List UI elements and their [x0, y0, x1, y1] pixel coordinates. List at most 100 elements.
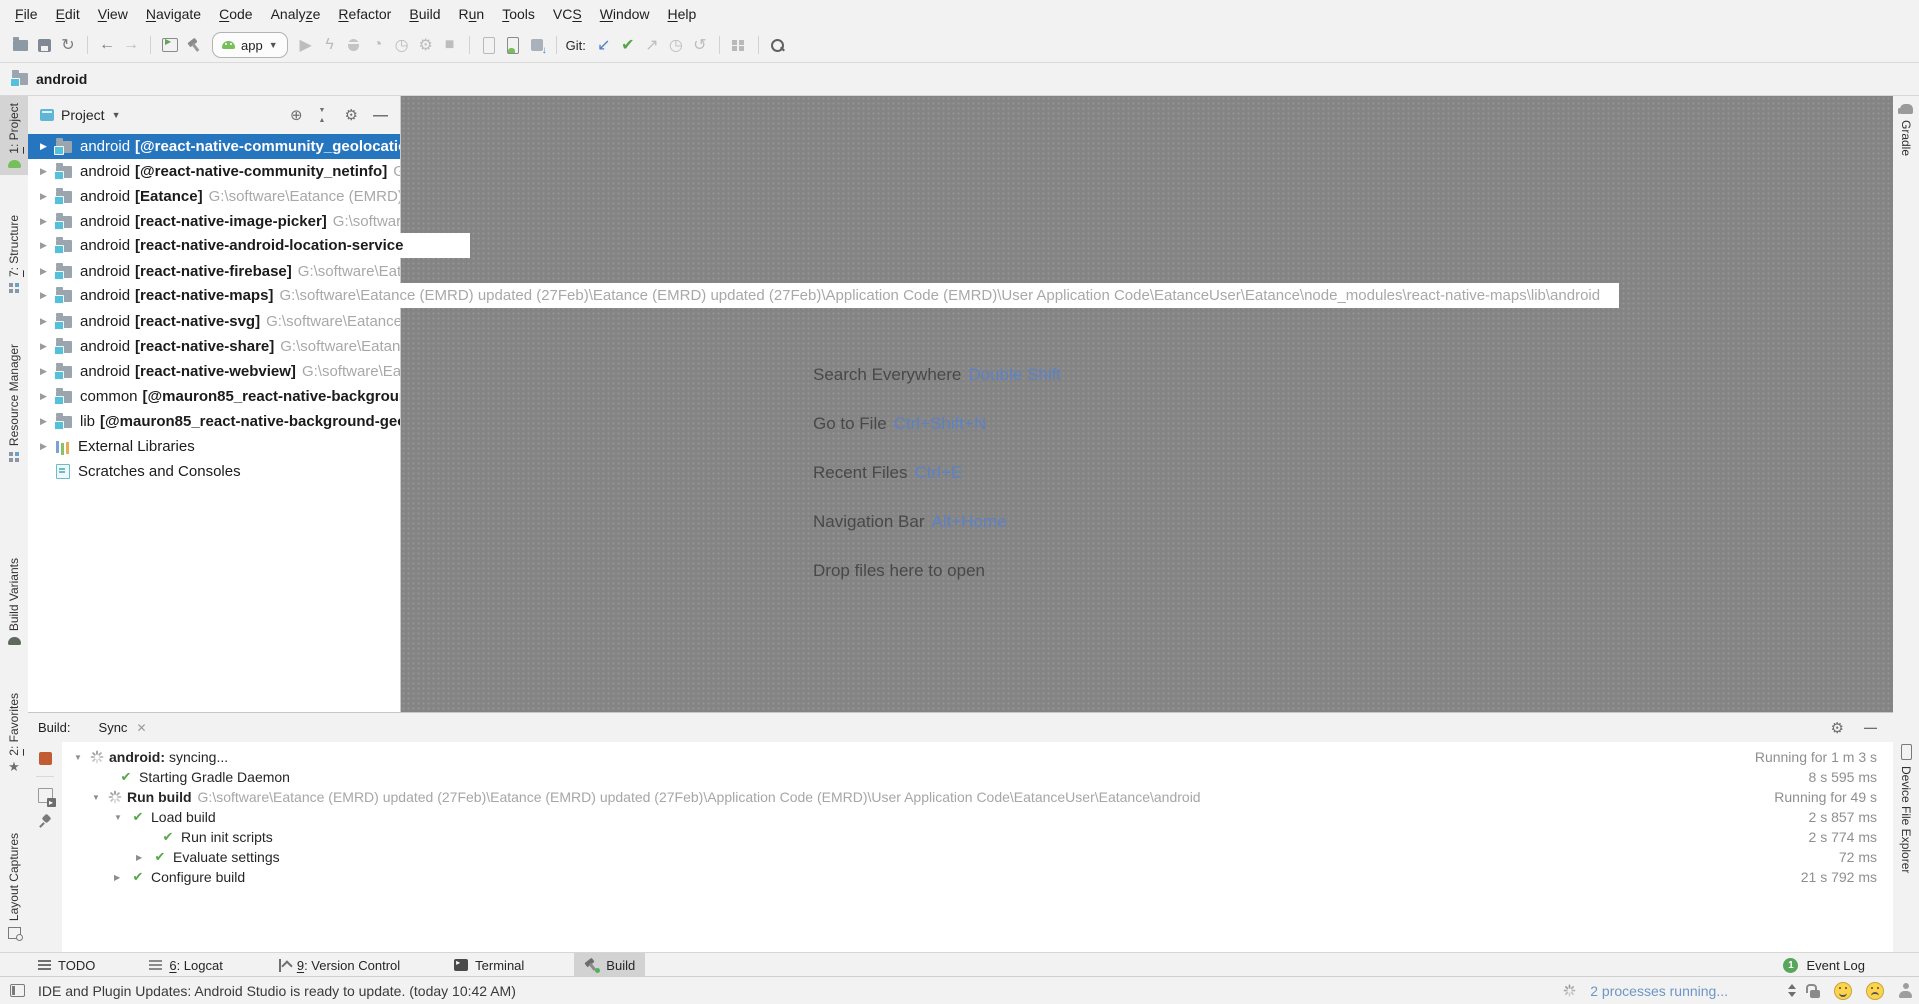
forward-icon[interactable]: → — [119, 33, 143, 57]
run-icon[interactable]: ▶ — [294, 33, 318, 57]
chevron-down-icon[interactable]: ▼ — [74, 753, 90, 762]
tree-row-android-geolocation[interactable]: ▶ android[@react-native-community_geoloc… — [28, 134, 400, 159]
tree-row-android-image-picker[interactable]: ▶ android[react-native-image-picker]G:\s… — [28, 209, 400, 234]
tree-row-android-share[interactable]: ▶ android[react-native-share]G:\software… — [28, 334, 400, 359]
processes-running-link[interactable]: 2 processes running... — [1590, 983, 1728, 999]
git-push-icon[interactable]: ↗ — [640, 33, 664, 57]
run-configuration-select[interactable]: app ▼ — [212, 32, 288, 58]
menu-run[interactable]: Run — [450, 0, 494, 28]
settings-gear-icon[interactable]: ⚙ — [345, 108, 358, 123]
sidebar-item-gradle[interactable]: Gradle — [1893, 104, 1919, 156]
sidebar-item-favorites[interactable]: 2: Favorites ★ — [0, 693, 28, 772]
attach-debugger-icon[interactable]: ⚙ — [414, 33, 438, 57]
build-row-run-build[interactable]: ▼ Run build G:\software\Eatance (EMRD) u… — [62, 787, 1893, 807]
tree-row-maps-expanded[interactable]: ▶ android[react-native-maps]G:\software\… — [28, 283, 1619, 308]
chevron-down-icon[interactable]: ▼ — [92, 793, 108, 802]
search-everywhere-icon[interactable] — [766, 33, 790, 57]
profile-icon[interactable]: ◔ — [366, 33, 390, 57]
user-notifications-icon[interactable] — [1898, 983, 1913, 998]
tree-row-android-firebase[interactable]: ▶ android[react-native-firebase]G:\softw… — [28, 259, 400, 284]
save-all-icon[interactable] — [32, 33, 56, 57]
close-icon[interactable]: ✕ — [136, 721, 146, 735]
tree-row-common-background-geolocation[interactable]: ▶ common[@mauron85_react-native-backgrou… — [28, 384, 400, 409]
tree-row-external-libraries[interactable]: ▶ External Libraries — [28, 434, 400, 459]
toolwindow-logcat[interactable]: 6: Logcat — [145, 953, 227, 977]
sidebar-item-build-variants[interactable]: Build Variants — [0, 558, 28, 645]
breadcrumb[interactable]: android — [36, 71, 87, 87]
build-row-syncing[interactable]: ▼ android: syncing... Running for 1 m 3 … — [62, 747, 1893, 767]
toolwindow-todo[interactable]: TODO — [34, 953, 99, 977]
open-file-icon[interactable] — [8, 33, 32, 57]
menu-help[interactable]: Help — [659, 0, 706, 28]
avd-manager-icon[interactable] — [501, 33, 525, 57]
profiler-gauge-icon[interactable]: ◷ — [390, 33, 414, 57]
build-row-gradle-daemon[interactable]: ✔ Starting Gradle Daemon 8 s 595 ms — [62, 767, 1893, 787]
sidebar-item-project[interactable]: 1: Project — [0, 96, 28, 175]
editor-empty-area[interactable]: Search EverywhereDouble Shift Go to File… — [400, 95, 1893, 713]
happy-face-icon[interactable] — [1834, 982, 1852, 1000]
shelf-icon[interactable] — [727, 33, 751, 57]
sdk-manager-icon[interactable] — [525, 33, 549, 57]
sidebar-item-resource-manager[interactable]: Resource Manager — [0, 344, 28, 463]
tree-row-android-netinfo[interactable]: ▶ android[@react-native-community_netinf… — [28, 159, 400, 184]
menu-code[interactable]: Code — [210, 0, 261, 28]
tree-row-location-service-expanded[interactable]: ▶ android[react-native-android-location-… — [28, 233, 470, 258]
sad-face-icon[interactable] — [1866, 982, 1884, 1000]
hide-build-panel-icon[interactable]: — — [1864, 720, 1877, 735]
history-icon[interactable]: ◷ — [664, 33, 688, 57]
rollback-icon[interactable]: ↺ — [688, 33, 712, 57]
toolwindow-terminal[interactable]: Terminal — [450, 953, 528, 977]
stop-build-icon[interactable] — [39, 752, 52, 765]
tree-row-android-webview[interactable]: ▶ android[react-native-webview]G:\softwa… — [28, 359, 400, 384]
toolwindow-version-control[interactable]: 9: Version Control — [273, 953, 404, 977]
resize-stepper-icon[interactable] — [1788, 984, 1796, 997]
device-icon[interactable] — [477, 33, 501, 57]
sync-icon[interactable]: ↻ — [56, 33, 80, 57]
chevron-down-icon[interactable]: ▼ — [112, 110, 121, 120]
tree-row-lib-background-geolocation[interactable]: ▶ lib[@mauron85_react-native-background-… — [28, 409, 400, 434]
menu-build[interactable]: Build — [400, 0, 449, 28]
sidebar-item-layout-captures[interactable]: Layout Captures — [0, 833, 28, 939]
restore-view-icon[interactable] — [38, 788, 53, 803]
menu-vcs[interactable]: VCS — [544, 0, 591, 28]
make-project-hammer-icon[interactable] — [182, 33, 206, 57]
build-settings-gear-icon[interactable]: ⚙ — [1831, 719, 1844, 737]
back-icon[interactable]: ← — [95, 33, 119, 57]
locate-file-icon[interactable]: ⊕ — [290, 108, 303, 123]
menu-analyze[interactable]: Analyze — [262, 0, 330, 28]
tree-row-android-svg[interactable]: ▶ android[react-native-svg]G:\software\E… — [28, 309, 400, 334]
pin-icon[interactable] — [38, 814, 52, 828]
build-row-load-build[interactable]: ▼ ✔ Load build 2 s 857 ms — [62, 807, 1893, 827]
git-update-icon[interactable]: ↙ — [592, 33, 616, 57]
build-row-configure-build[interactable]: ▶ ✔ Configure build 21 s 792 ms — [62, 867, 1893, 887]
apply-changes-icon[interactable]: ϟ — [318, 33, 342, 57]
menu-tools[interactable]: Tools — [493, 0, 544, 28]
git-commit-icon[interactable]: ✔ — [616, 33, 640, 57]
unlock-icon[interactable] — [1810, 990, 1820, 998]
project-view-selector[interactable]: Project — [61, 107, 105, 123]
chevron-right-icon[interactable]: ▶ — [40, 441, 56, 452]
run-in-window-icon[interactable] — [158, 33, 182, 57]
toolwindow-build[interactable]: Build — [574, 953, 645, 977]
menu-edit[interactable]: Edit — [47, 0, 89, 28]
event-log-button[interactable]: 1 Event Log — [1783, 958, 1865, 973]
toolwindow-toggle-icon[interactable] — [10, 984, 25, 997]
menu-navigate[interactable]: Navigate — [137, 0, 210, 28]
tree-row-scratches[interactable]: ▶ Scratches and Consoles — [28, 459, 400, 484]
menu-window[interactable]: Window — [591, 0, 659, 28]
build-row-evaluate-settings[interactable]: ▶ ✔ Evaluate settings 72 ms — [62, 847, 1893, 867]
sidebar-item-structure[interactable]: 7: Structure — [0, 215, 28, 294]
chevron-right-icon[interactable]: ▶ — [114, 873, 130, 882]
hide-panel-icon[interactable]: — — [373, 108, 388, 123]
debug-icon[interactable] — [342, 33, 366, 57]
menu-file[interactable]: File — [6, 0, 47, 28]
tree-row-android-eatance[interactable]: ▶ android[Eatance]G:\software\Eatance (E… — [28, 184, 400, 209]
sidebar-item-device-file-explorer[interactable]: Device File Explorer — [1893, 744, 1919, 873]
tab-sync[interactable]: Sync ✕ — [99, 720, 147, 735]
menu-view[interactable]: View — [89, 0, 137, 28]
build-row-run-init-scripts[interactable]: ✔ Run init scripts 2 s 774 ms — [62, 827, 1893, 847]
menu-refactor[interactable]: Refactor — [329, 0, 400, 28]
chevron-down-icon[interactable]: ▼ — [114, 813, 130, 822]
chevron-right-icon[interactable]: ▶ — [136, 853, 152, 862]
stop-icon[interactable]: ■ — [438, 33, 462, 57]
